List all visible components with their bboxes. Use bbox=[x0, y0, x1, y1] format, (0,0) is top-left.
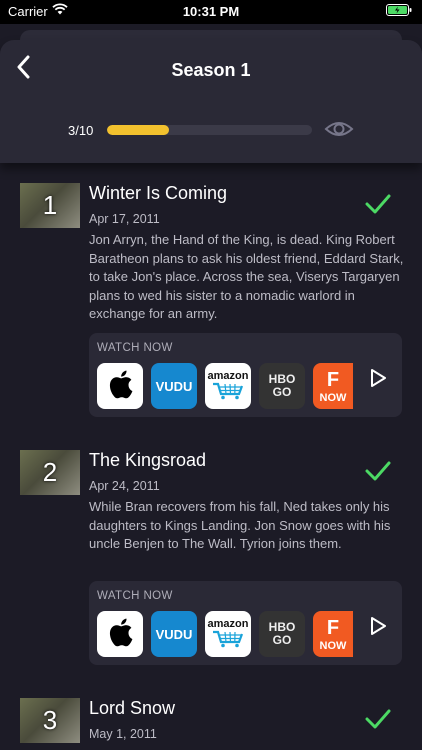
shopping-cart-icon bbox=[211, 630, 245, 651]
apple-logo-icon bbox=[107, 616, 133, 653]
fandango-logo-text: F bbox=[326, 616, 340, 639]
episode-air-date: Apr 24, 2011 bbox=[89, 479, 160, 493]
progress-count: 3/10 bbox=[68, 123, 94, 138]
vudu-logo-text: VUDU bbox=[155, 378, 193, 394]
clock: 10:31 PM bbox=[182, 4, 240, 19]
season-header: Season 1 3/10 bbox=[0, 40, 422, 163]
episode-thumbnail: 1 bbox=[20, 183, 80, 228]
episode-title: The Kingsroad bbox=[89, 450, 207, 470]
vudu-logo-text: VUDU bbox=[155, 626, 193, 642]
watched-checkmark-icon[interactable] bbox=[364, 708, 392, 730]
episode-thumbnail: 3 bbox=[20, 698, 80, 743]
episode-air-date: May 1, 2011 bbox=[89, 727, 157, 741]
now-logo-text: NOW bbox=[319, 391, 347, 404]
amazon-logo-text: amazon bbox=[207, 369, 249, 382]
play-icon[interactable] bbox=[367, 367, 389, 389]
episode-number: 1 bbox=[42, 190, 58, 220]
episode-title: Lord Snow bbox=[89, 698, 176, 718]
watched-checkmark-icon[interactable] bbox=[364, 193, 392, 215]
progress-fill bbox=[107, 125, 169, 135]
watch-progress-bar bbox=[107, 125, 312, 135]
fandango-now-provider-button[interactable]: F NOW bbox=[313, 363, 353, 409]
episode-description: While Bran recovers from his fall, Ned t… bbox=[89, 499, 391, 551]
episode-air-date: Apr 17, 2011 bbox=[89, 212, 160, 226]
episode-description: Jon Arryn, the Hand of the King, is dead… bbox=[89, 232, 404, 321]
page-title: Season 1 bbox=[171, 60, 251, 80]
apple-logo-icon bbox=[107, 368, 133, 405]
hbo-go-provider-button[interactable]: HBO GO bbox=[259, 363, 305, 409]
apple-tv-provider-button[interactable] bbox=[97, 363, 143, 409]
vudu-provider-button[interactable]: VUDU bbox=[151, 363, 197, 409]
shopping-cart-icon bbox=[211, 382, 245, 403]
episode-title: Winter Is Coming bbox=[89, 183, 228, 203]
amazon-provider-button[interactable]: amazon bbox=[205, 363, 251, 409]
apple-tv-provider-button[interactable] bbox=[97, 611, 143, 657]
battery-icon bbox=[386, 4, 412, 19]
watch-now-label: WATCH NOW bbox=[97, 342, 173, 354]
fandango-now-provider-button[interactable]: F NOW bbox=[313, 611, 353, 657]
go-logo-text: GO bbox=[272, 385, 292, 399]
vudu-provider-button[interactable]: VUDU bbox=[151, 611, 197, 657]
episode-thumbnail: 2 bbox=[20, 450, 80, 495]
go-logo-text: GO bbox=[272, 633, 292, 647]
hbo-go-provider-button[interactable]: HBO GO bbox=[259, 611, 305, 657]
fandango-logo-text: F bbox=[326, 368, 340, 391]
episode-number: 3 bbox=[42, 705, 58, 735]
amazon-provider-button[interactable]: amazon bbox=[205, 611, 251, 657]
watch-now-label: WATCH NOW bbox=[97, 590, 173, 602]
watch-now-panel: WATCH NOW VUDU amazon HBO GO F NOW bbox=[89, 333, 402, 417]
amazon-logo-text: amazon bbox=[207, 617, 249, 630]
episode-number: 2 bbox=[42, 457, 58, 487]
status-bar: Carrier 10:31 PM bbox=[0, 0, 422, 24]
watched-checkmark-icon[interactable] bbox=[364, 460, 392, 482]
watch-now-panel: WATCH NOW VUDU amazon HBO GO F NOW bbox=[89, 581, 402, 665]
provider-list: VUDU amazon HBO GO F NOW bbox=[97, 611, 353, 657]
now-logo-text: NOW bbox=[319, 639, 347, 652]
mark-season-watched-button[interactable] bbox=[324, 118, 354, 140]
play-icon[interactable] bbox=[367, 615, 389, 637]
eye-icon bbox=[324, 122, 354, 144]
provider-list: VUDU amazon HBO GO F NOW bbox=[97, 363, 353, 409]
